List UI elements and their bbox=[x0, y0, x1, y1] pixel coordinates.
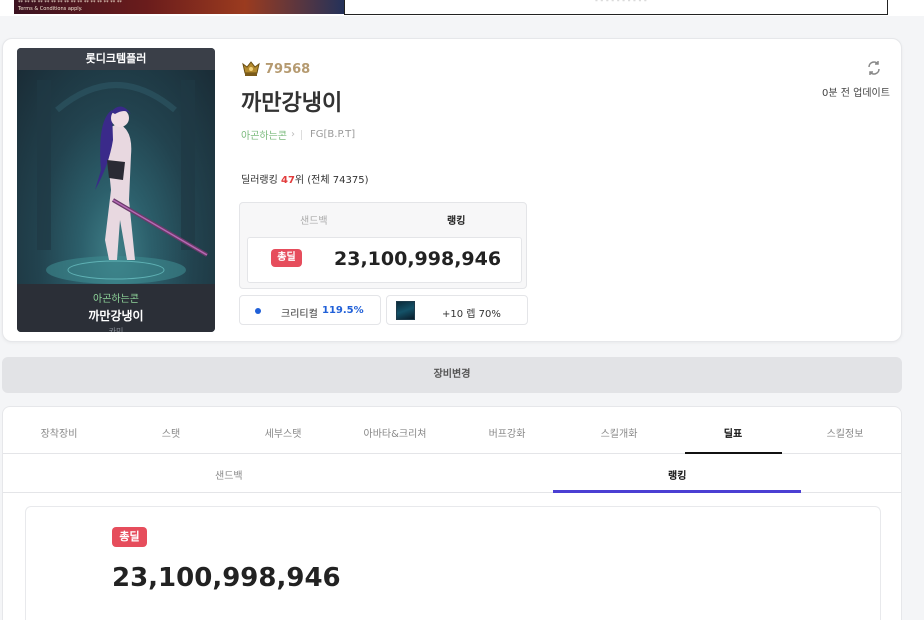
top-banner: ** ** ** ** ** ** ** ** ** ** ** ** ** *… bbox=[0, 0, 924, 16]
page: ** ** ** ** ** ** ** ** ** ** ** ** ** *… bbox=[0, 0, 924, 620]
subtab-ranking[interactable]: 랭킹 bbox=[668, 467, 686, 482]
ad-banner[interactable]: ** ** ** ** ** ** ** ** ** ** ** ** ** *… bbox=[14, 0, 344, 14]
tab-sandbag[interactable]: 샌드백 bbox=[300, 212, 328, 227]
item-chip: +10 렙 70% bbox=[386, 295, 528, 325]
main-tabs: 장착장비 스탯 세부스탯 아바타&크리쳐 버프강화 스킬개화 딜표 스킬정보 bbox=[3, 407, 901, 454]
total-damage-value: 23,100,998,946 bbox=[334, 248, 502, 270]
total-damage-panel: 총딜 23,100,998,946 bbox=[25, 506, 881, 620]
fame-value: 79568 bbox=[265, 61, 311, 77]
tab-detail-stats[interactable]: 세부스탯 bbox=[227, 425, 339, 440]
damage-summary-card: 샌드백 랭킹 총딜 23,100,998,946 bbox=[239, 202, 527, 289]
crit-chip: 크리티컬 119.5% bbox=[239, 295, 381, 325]
character-class: 카민 bbox=[108, 327, 124, 332]
chevron-right-icon: › bbox=[291, 129, 295, 140]
search-box-text: - - - - - - - - - - bbox=[595, 0, 647, 5]
crit-value: 119.5% bbox=[322, 305, 364, 316]
guild-tag: FG[B.P.T] bbox=[310, 129, 356, 140]
change-equipment-button[interactable]: 장비변경 bbox=[2, 357, 902, 393]
tab-equipped[interactable]: 장착장비 bbox=[3, 425, 115, 440]
divider bbox=[301, 129, 302, 140]
character-name: 까만강냉이 bbox=[88, 309, 144, 323]
total-damage-value-large: 23,100,998,946 bbox=[112, 563, 341, 593]
tab-skill-info[interactable]: 스킬정보 bbox=[789, 425, 901, 440]
item-label: +10 렙 70% bbox=[442, 309, 501, 320]
active-tab-indicator bbox=[685, 452, 782, 454]
character-guild[interactable]: 아곤하는콘 bbox=[17, 290, 215, 305]
guild-row: 아곤하는콘 › FG[B.P.T] bbox=[241, 127, 355, 142]
ranking-prefix: 딜러랭킹 bbox=[241, 175, 281, 186]
tab-avatar-creature[interactable]: 아바타&크리쳐 bbox=[339, 425, 451, 440]
character-image bbox=[17, 70, 215, 284]
search-box-outline[interactable]: - - - - - - - - - - bbox=[344, 0, 888, 15]
active-subtab-indicator bbox=[553, 490, 801, 493]
ad-banner-terms: Terms & Conditions apply. bbox=[18, 6, 83, 12]
tab-stats[interactable]: 스탯 bbox=[115, 425, 227, 440]
character-portrait-panel: 롯디크템플러 아곤하는콘 까만강냉이 카민 bbox=[17, 48, 215, 332]
weapon-item-icon bbox=[396, 301, 415, 320]
sub-tabs: 샌드백 랭킹 bbox=[3, 455, 901, 493]
character-summary: 아곤하는콘 까만강냉이 카민 bbox=[17, 284, 215, 332]
ranking-suffix: 위 (전체 74375) bbox=[294, 175, 369, 186]
guild-link[interactable]: 아곤하는콘 bbox=[241, 127, 287, 142]
total-damage-badge: 총딜 bbox=[271, 249, 302, 267]
update-time: 0분 전 업데이트 bbox=[822, 88, 890, 99]
crit-dot-icon bbox=[255, 308, 261, 314]
tab-ranking[interactable]: 랭킹 bbox=[447, 212, 465, 227]
character-title: 까만강냉이 bbox=[241, 91, 343, 116]
character-profile-card: 롯디크템플러 아곤하는콘 까만강냉이 카민 79568 까만강냉이 아곤하는콘 … bbox=[2, 38, 902, 342]
character-server-label: 롯디크템플러 bbox=[17, 48, 215, 70]
subtab-sandbag[interactable]: 샌드백 bbox=[215, 467, 243, 482]
dealer-ranking: 딜러랭킹 47위 (전체 74375) bbox=[241, 171, 368, 186]
tab-buff-enhance[interactable]: 버프강화 bbox=[451, 425, 563, 440]
fame-crest-icon bbox=[241, 61, 261, 77]
damage-tabs: 샌드백 랭킹 bbox=[240, 203, 526, 233]
detail-tabs-card: 장착장비 스탯 세부스탯 아바타&크리쳐 버프강화 스킬개화 딜표 스킬정보 샌… bbox=[2, 406, 902, 620]
fame-row: 79568 bbox=[241, 61, 310, 77]
tab-skill-awakening[interactable]: 스킬개화 bbox=[563, 425, 675, 440]
total-damage-badge-large: 총딜 bbox=[112, 527, 147, 547]
crit-label: 크리티컬 bbox=[281, 309, 318, 320]
damage-total-box: 총딜 23,100,998,946 bbox=[247, 237, 522, 283]
ranking-number: 47 bbox=[280, 175, 295, 186]
refresh-icon[interactable] bbox=[865, 59, 883, 77]
tab-damage-chart[interactable]: 딜표 bbox=[677, 425, 789, 440]
